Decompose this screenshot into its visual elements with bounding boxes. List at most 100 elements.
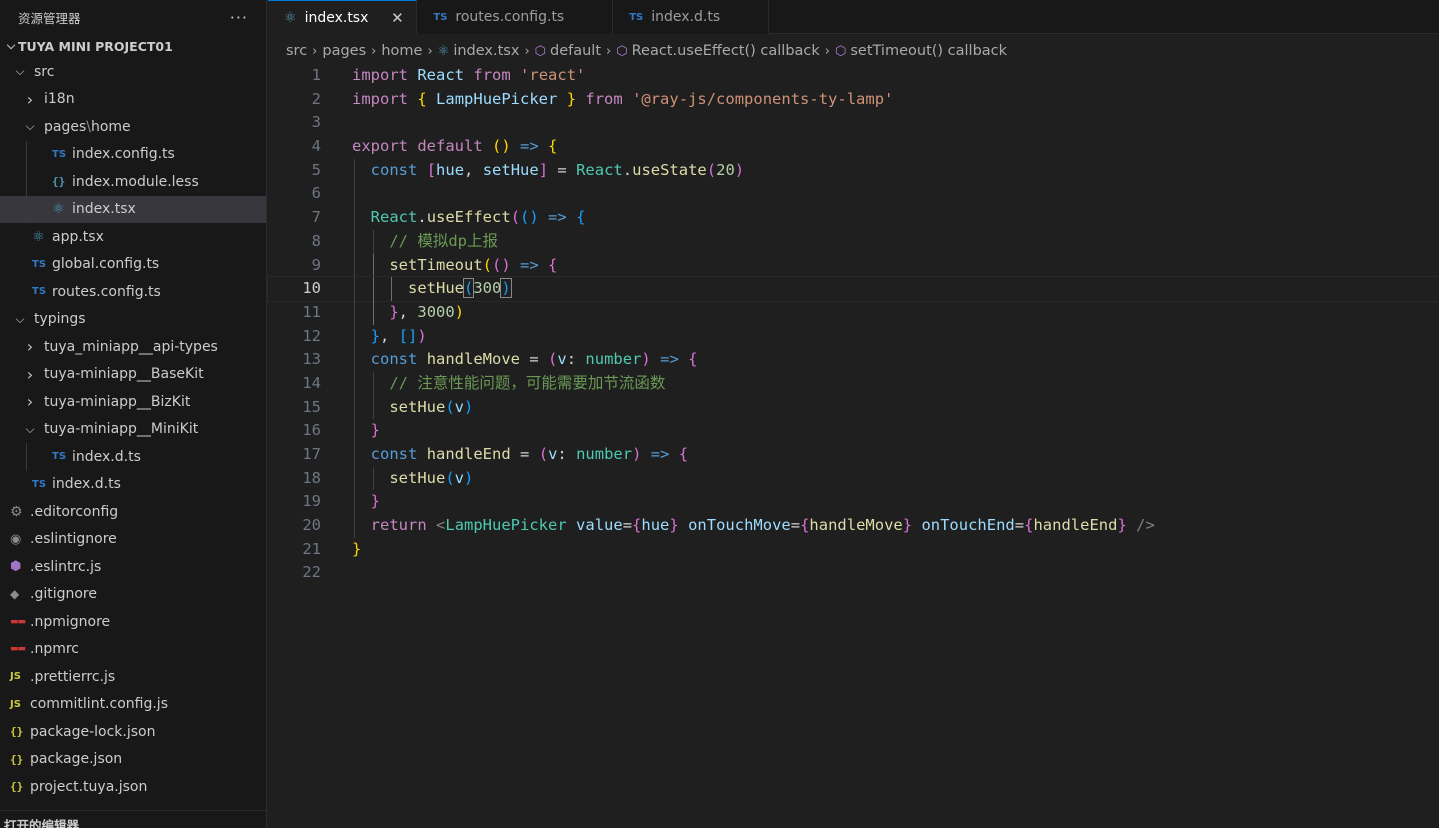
- line-number: 5: [311, 160, 321, 179]
- code-line[interactable]: 17 const handleEnd = (v: number) => {: [268, 443, 1439, 467]
- code-line[interactable]: 2 import { LampHuePicker } from '@ray-js/…: [268, 88, 1439, 112]
- tree-file[interactable]: {} project.tuya.json: [0, 773, 266, 801]
- tree-item-label: index.tsx: [72, 201, 136, 218]
- tree-item-label: typings: [34, 311, 86, 328]
- code-line[interactable]: 8 // 模拟dp上报: [268, 229, 1439, 254]
- tree-file[interactable]: TS index.config.ts: [0, 140, 266, 168]
- indent-guide: [372, 277, 374, 301]
- tree-folder[interactable]: › tuya-miniapp__BizKit: [0, 388, 266, 416]
- breadcrumb-src[interactable]: src: [286, 43, 307, 59]
- indent-guide: [391, 277, 393, 301]
- tree-item-label: pages: [44, 118, 87, 135]
- breadcrumb-useeffect[interactable]: ⬡ React.useEffect() callback: [616, 43, 820, 59]
- js-icon: JS: [10, 698, 21, 710]
- tree-file[interactable]: ⚙ .editorconfig: [0, 498, 266, 526]
- tree-folder[interactable]: ⌵ src: [0, 58, 266, 86]
- react-icon: ⚛: [437, 43, 450, 59]
- code-line[interactable]: 4 export default () => {: [268, 135, 1439, 159]
- tab-label: routes.config.ts: [455, 9, 565, 25]
- tree-file[interactable]: JS commitlint.config.js: [0, 691, 266, 719]
- code-line[interactable]: 13 const handleMove = (v: number) => {: [268, 348, 1439, 372]
- line-number: 10: [302, 279, 321, 298]
- project-section-header[interactable]: ⌵ TUYA MINI PROJECT01: [0, 34, 266, 58]
- json-icon: {}: [10, 725, 24, 739]
- close-icon[interactable]: ✕: [390, 9, 404, 27]
- react-icon: ⚛: [32, 228, 45, 245]
- tree-file[interactable]: ▬▬ .npmignore: [0, 608, 266, 636]
- code-line[interactable]: 20 return <LampHuePicker value={hue} onT…: [268, 514, 1439, 538]
- react-icon: ⚛: [52, 201, 65, 218]
- tree-file[interactable]: {} index.module.less: [0, 168, 266, 196]
- code-line-current[interactable]: 10 setHue(300): [267, 276, 1439, 302]
- code-line[interactable]: 16 }: [268, 419, 1439, 443]
- tree-file[interactable]: {} package-lock.json: [0, 718, 266, 746]
- tree-folder[interactable]: › i18n: [0, 86, 266, 114]
- indent-guide: [26, 443, 27, 471]
- code-line[interactable]: 21}: [268, 538, 1439, 562]
- tree-folder[interactable]: › tuya-miniapp__BaseKit: [0, 361, 266, 389]
- symbol-method-icon: ⬡: [835, 43, 847, 59]
- breadcrumb-pages[interactable]: pages: [322, 43, 366, 59]
- chevron-right-icon: ›: [824, 43, 830, 59]
- tab-index-d-ts[interactable]: TS index.d.ts: [613, 0, 770, 34]
- tree-file[interactable]: ⚛ index.tsx: [0, 195, 266, 223]
- breadcrumb-file[interactable]: ⚛ index.tsx: [438, 43, 520, 59]
- code-editor[interactable]: 1 import React from 'react' 2 import { Lam…: [267, 64, 1439, 585]
- tree-folder[interactable]: ⌵ tuya-miniapp__MiniKit: [0, 416, 266, 444]
- indent-guide: [354, 277, 355, 301]
- line-number: 22: [302, 563, 321, 582]
- code-line[interactable]: 7 React.useEffect(() => {: [268, 206, 1439, 230]
- code-line[interactable]: 9 setTimeout(() => {: [268, 253, 1439, 278]
- tree-item-label: routes.config.ts: [52, 283, 161, 300]
- line-number: 13: [302, 350, 321, 369]
- more-actions-icon[interactable]: ···: [230, 8, 248, 27]
- tree-item-label: .npmignore: [30, 613, 111, 630]
- indent-guide: [354, 443, 355, 467]
- ts-icon: TS: [32, 286, 47, 298]
- code-line[interactable]: 14 // 注意性能问题，可能需要加节流函数: [268, 371, 1439, 396]
- code-line[interactable]: 6: [268, 182, 1439, 207]
- tab-label: index.d.ts: [651, 9, 721, 25]
- indent-guide: [354, 229, 355, 254]
- code-line[interactable]: 18 setHue(v): [268, 466, 1439, 491]
- chevron-down-icon: ⌵: [15, 64, 25, 79]
- tree-folder[interactable]: ⌵ typings: [0, 306, 266, 334]
- tree-folder[interactable]: ⌵ pages \ home: [0, 113, 266, 141]
- tree-file[interactable]: ◉ .eslintignore: [0, 526, 266, 554]
- code-line[interactable]: 3: [268, 111, 1439, 135]
- code-line[interactable]: 11 }, 3000): [268, 300, 1439, 325]
- chevron-right-icon: ›: [427, 43, 433, 59]
- tab-routes-config-ts[interactable]: TS routes.config.ts: [417, 0, 614, 34]
- tree-file[interactable]: ⬢ .eslintrc.js: [0, 553, 266, 581]
- tree-item-label: .prettierrc.js: [30, 668, 116, 685]
- line-number: 12: [302, 326, 321, 345]
- tree-folder[interactable]: › tuya_miniapp__api-types: [0, 333, 266, 361]
- code-line[interactable]: 19 }: [268, 490, 1439, 515]
- tree-file[interactable]: ◆ .gitignore: [0, 581, 266, 609]
- indent-guide: [372, 229, 374, 254]
- line-number: 11: [302, 302, 321, 321]
- code-line[interactable]: 12 }, []): [268, 324, 1439, 349]
- tree-file[interactable]: JS .prettierrc.js: [0, 663, 266, 691]
- tree-file[interactable]: ⚛ app.tsx: [0, 223, 266, 251]
- tree-item-label: .eslintrc.js: [30, 558, 102, 575]
- code-line[interactable]: 1 import React from 'react': [268, 64, 1439, 88]
- tree-file[interactable]: TS global.config.ts: [0, 251, 266, 279]
- tab-label: index.tsx: [304, 9, 369, 26]
- tree-file[interactable]: TS index.d.ts: [0, 443, 266, 471]
- explorer-sidebar: 资源管理器 ··· ⌵ TUYA MINI PROJECT01 ⌵ src › i18…: [0, 0, 267, 828]
- code-line[interactable]: 5 const [hue, setHue] = React.useState(2…: [268, 158, 1439, 183]
- tree-file[interactable]: ▬▬ .npmrc: [0, 636, 266, 664]
- tree-file[interactable]: TS routes.config.ts: [0, 278, 266, 306]
- code-line[interactable]: 15 setHue(v): [268, 395, 1439, 420]
- tree-file[interactable]: {} package.json: [0, 746, 266, 774]
- file-tree: ⌵ src › i18n ⌵ pages \ home TS index.config.ts{…: [0, 58, 266, 801]
- breadcrumb-default[interactable]: ⬡ default: [535, 43, 601, 59]
- tree-file[interactable]: TS index.d.ts: [0, 471, 266, 499]
- tab-index-tsx[interactable]: ⚛ index.tsx ✕: [268, 0, 418, 34]
- breadcrumb-settimeout[interactable]: ⬡ setTimeout() callback: [835, 43, 1007, 59]
- breadcrumb-home[interactable]: home: [381, 43, 422, 59]
- open-editors-title: 打开的编辑器: [4, 818, 80, 828]
- code-line[interactable]: 22: [268, 561, 1439, 585]
- open-editors-section[interactable]: 打开的编辑器: [0, 810, 266, 828]
